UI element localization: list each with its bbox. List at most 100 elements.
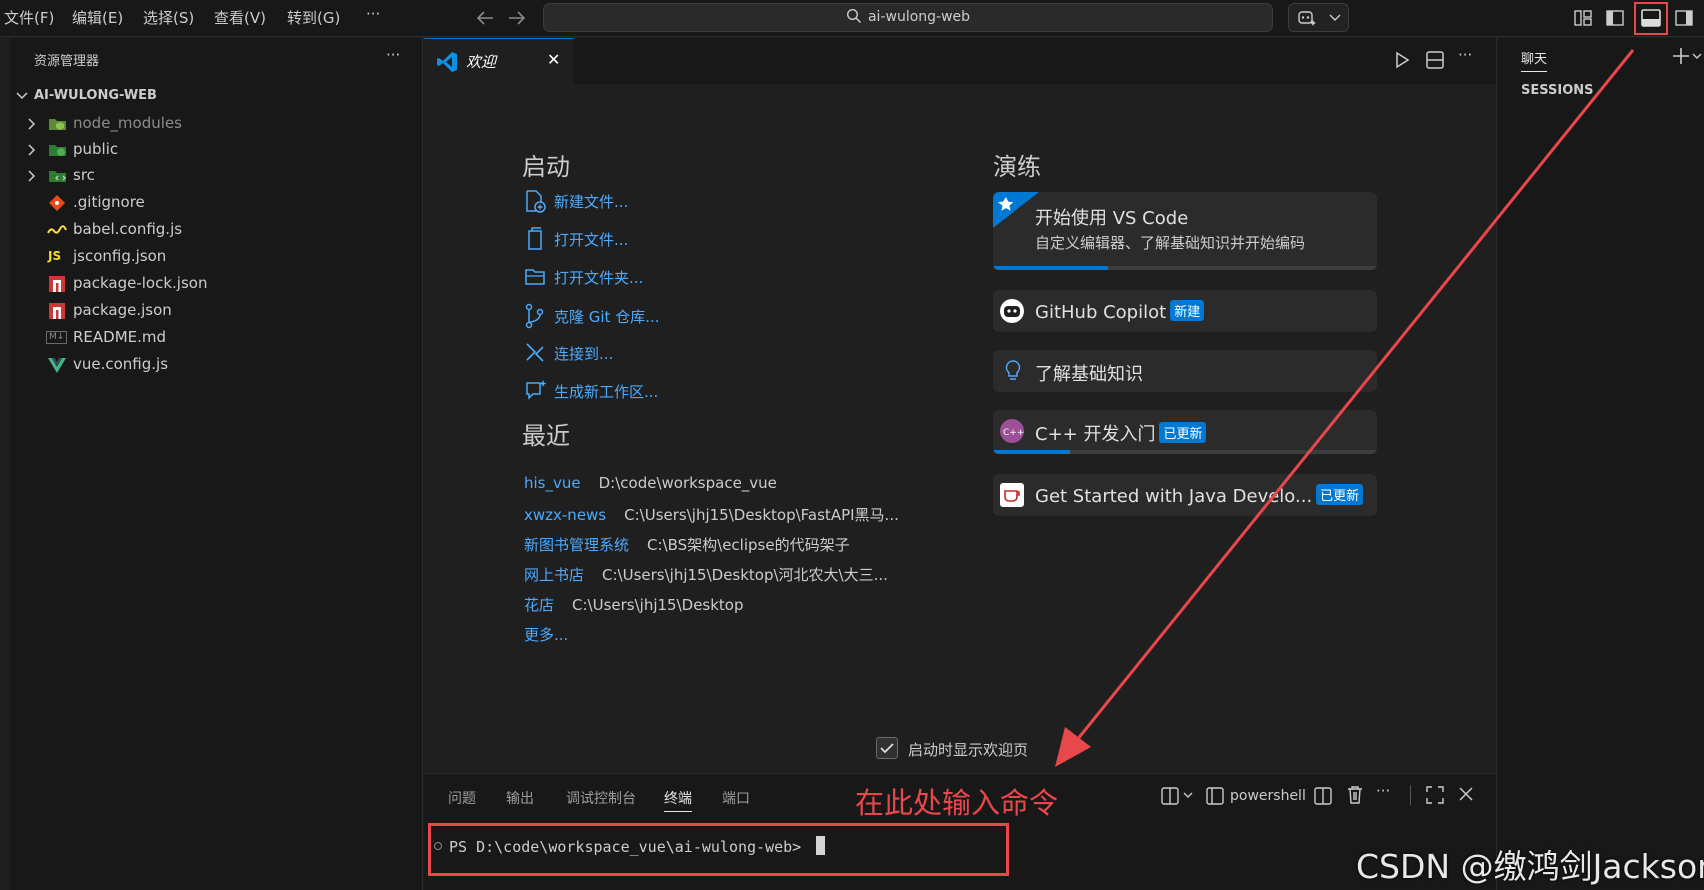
terminal-input[interactable]: PS D:\code\workspace_vue\ai-wulong-web> [449, 836, 826, 856]
forward-arrow-icon[interactable] [506, 8, 528, 28]
back-arrow-icon[interactable] [474, 8, 496, 28]
walkthrough-title-wrap: GitHub Copilot 新建 [1035, 300, 1205, 323]
tree-item-gitignore[interactable]: .gitignore [10, 189, 423, 216]
tab-welcome[interactable]: 欢迎 ✕ [424, 38, 573, 84]
tree-item-readme[interactable]: M↓ README.md [10, 324, 423, 351]
tree-item-label: public [73, 140, 119, 158]
walkthrough-progress-track [993, 450, 1377, 454]
updated-badge: 已更新 [1159, 422, 1207, 443]
lightbulb-icon [1005, 360, 1021, 382]
editor-tab-bar: 欢迎 ✕ ··· [424, 38, 1496, 84]
close-icon[interactable]: ✕ [547, 50, 560, 69]
npm-icon [49, 303, 65, 319]
tree-item-jsconfig[interactable]: JS jsconfig.json [10, 243, 423, 270]
walkthrough-fundamentals[interactable]: 了解基础知识 [993, 350, 1377, 392]
tree-item-public[interactable]: public [10, 136, 423, 163]
chat-title[interactable]: 聊天 [1521, 48, 1548, 72]
tree-item-package[interactable]: package.json [10, 297, 423, 324]
split-terminal-icon[interactable] [1314, 787, 1332, 805]
recent-item[interactable]: 网上书店 C:\Users\jhj15\Desktop\河北农大\大三... [524, 564, 888, 585]
recent-item[interactable]: 花店 C:\Users\jhj15\Desktop [524, 594, 744, 615]
recent-item[interactable]: his_vue D:\code\workspace_vue [524, 474, 777, 492]
toggle-secondary-sidebar-icon[interactable] [1671, 5, 1697, 31]
recent-item[interactable]: xwzx-news C:\Users\jhj15\Desktop\FastAPI黑… [524, 504, 899, 525]
walkthroughs-heading: 演练 [993, 153, 1041, 181]
new-chat-icon[interactable] [1672, 47, 1702, 65]
tab-problems[interactable]: 问题 [448, 788, 476, 808]
tree-item-label: vue.config.js [73, 355, 169, 373]
search-text: ai-wulong-web [867, 9, 971, 25]
tree-item-node-modules[interactable]: node_modules [10, 110, 423, 137]
terminal-cursor [816, 836, 826, 855]
java-icon [999, 482, 1025, 508]
menu-go[interactable]: 转到(G) [287, 7, 340, 28]
toggle-primary-sidebar-icon[interactable] [1602, 5, 1628, 31]
svg-text:C++: C++ [1003, 428, 1024, 438]
open-folder-icon [524, 265, 546, 289]
tree-item-src[interactable]: src [10, 162, 423, 189]
tree-item-label: package-lock.json [73, 274, 208, 292]
show-welcome-checkbox[interactable] [876, 737, 898, 759]
terminal-status-dot [434, 842, 442, 850]
close-panel-icon[interactable] [1458, 786, 1474, 802]
chevron-right-icon [26, 117, 38, 131]
recent-path: C:\Users\jhj15\Desktop\河北农大\大三... [602, 566, 888, 584]
command-center-search[interactable]: ai-wulong-web [543, 3, 1273, 32]
recent-path: C:\Users\jhj15\Desktop [572, 596, 744, 614]
walkthrough-java[interactable]: Get Started with Java Develo... 已更新 [993, 474, 1377, 516]
recent-path: C:\Users\jhj15\Desktop\FastAPI黑马... [624, 506, 899, 524]
welcome-page: 启动 新建文件... 打开文件... 打开文件夹... 克隆 Git 仓库...… [424, 84, 1496, 773]
recent-name: 网上书店 [524, 566, 585, 584]
recent-item[interactable]: 新图书管理系统 C:\BS架构\eclipse的代码架子 [524, 534, 850, 555]
maximize-panel-icon[interactable] [1426, 786, 1444, 804]
walkthrough-copilot[interactable]: GitHub Copilot 新建 [993, 290, 1377, 332]
menu-file[interactable]: 文件(F) [4, 7, 54, 28]
recent-more-link[interactable]: 更多... [524, 624, 568, 645]
chevron-right-icon [26, 143, 38, 157]
search-icon [846, 8, 862, 24]
walkthrough-title: 开始使用 VS Code [1035, 208, 1189, 229]
tab-output[interactable]: 输出 [506, 788, 534, 808]
menu-view[interactable]: 查看(V) [214, 7, 266, 28]
trash-icon[interactable] [1346, 785, 1364, 805]
tree-item-babel-config[interactable]: babel.config.js [10, 216, 423, 243]
recent-name: his_vue [524, 474, 581, 492]
split-editor-icon[interactable] [1425, 50, 1445, 70]
recent-name: 花店 [524, 596, 555, 614]
panel-more-button[interactable]: ··· [1376, 782, 1390, 800]
chevron-down-icon [1329, 12, 1341, 22]
explorer-more-button[interactable]: ··· [386, 46, 400, 64]
recent-path: D:\code\workspace_vue [598, 474, 777, 492]
walkthrough-title: 了解基础知识 [1035, 364, 1143, 385]
walkthrough-title: GitHub Copilot [1035, 302, 1167, 323]
toggle-panel-icon[interactable] [1634, 2, 1668, 35]
walkthrough-get-started[interactable]: 开始使用 VS Code 自定义编辑器、了解基础知识并开始编码 [993, 192, 1377, 270]
updated-badge: 已更新 [1316, 484, 1364, 505]
tab-ports[interactable]: 端口 [722, 788, 750, 808]
menu-selection[interactable]: 选择(S) [143, 7, 194, 28]
copilot-menu-button[interactable] [1288, 3, 1349, 32]
tree-item-package-lock[interactable]: package-lock.json [10, 270, 423, 297]
project-root-label: AI-WULONG-WEB [34, 88, 157, 103]
tree-item-label: jsconfig.json [73, 247, 167, 265]
terminal-shell-icon [1206, 787, 1224, 805]
chat-sidebar: 聊天 SESSIONS [1496, 38, 1704, 890]
tree-item-vue-config[interactable]: vue.config.js [10, 351, 423, 378]
remote-connect-icon [524, 342, 546, 364]
new-terminal-icon[interactable] [1160, 787, 1194, 805]
run-icon[interactable] [1393, 50, 1411, 70]
menu-more[interactable]: ··· [366, 5, 380, 23]
walkthrough-cpp[interactable]: C++ C++ 开发入门 已更新 [993, 410, 1377, 454]
explorer-title: 资源管理器 [34, 54, 100, 69]
tab-debug-console[interactable]: 调试控制台 [566, 788, 636, 808]
terminal-shell-label[interactable]: powershell [1230, 788, 1306, 804]
menu-edit[interactable]: 编辑(E) [72, 7, 123, 28]
recent-heading: 最近 [522, 422, 570, 450]
editor-more-button[interactable]: ··· [1458, 46, 1472, 64]
cpp-icon: C++ [999, 418, 1025, 444]
tab-terminal[interactable]: 终端 [664, 788, 692, 812]
customize-layout-icon[interactable] [1570, 5, 1596, 31]
project-root-row[interactable]: AI-WULONG-WEB [10, 82, 423, 109]
tree-item-label: README.md [73, 328, 167, 346]
tree-item-label: babel.config.js [73, 220, 183, 238]
